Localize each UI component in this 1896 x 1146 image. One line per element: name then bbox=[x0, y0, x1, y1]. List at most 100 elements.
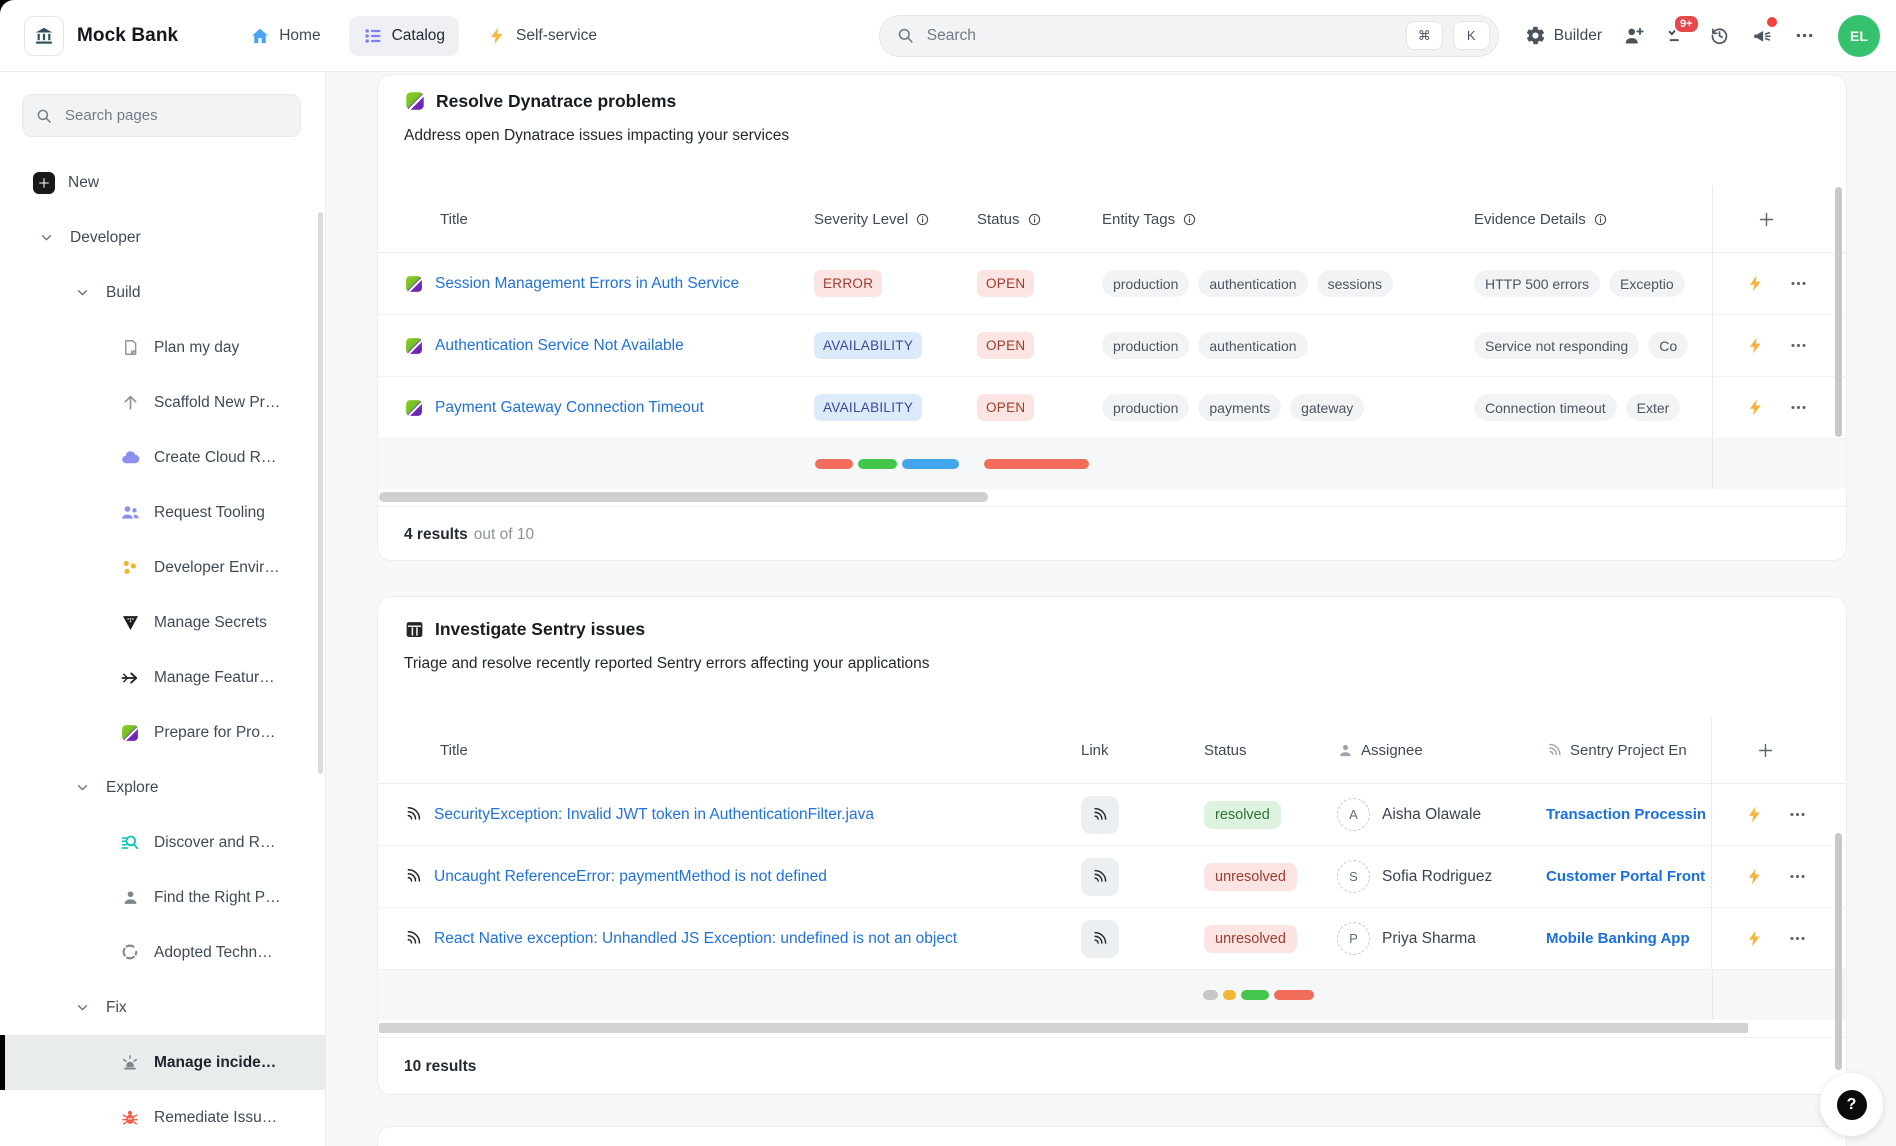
sidebar-item-plan-my-day[interactable]: Plan my day bbox=[0, 320, 325, 375]
vertical-scrollbar[interactable] bbox=[1835, 833, 1842, 1070]
user-avatar[interactable]: EL bbox=[1838, 15, 1880, 57]
brand-logo[interactable] bbox=[24, 16, 64, 56]
column-label: Entity Tags bbox=[1102, 211, 1175, 228]
row-menu-icon[interactable] bbox=[1789, 336, 1808, 355]
sidebar-search[interactable] bbox=[22, 94, 301, 137]
run-action-bolt-icon[interactable] bbox=[1745, 805, 1764, 824]
builder-label: Builder bbox=[1554, 27, 1602, 45]
tasks-button[interactable]: 9+ bbox=[1666, 25, 1688, 47]
global-search-input[interactable] bbox=[925, 26, 1396, 46]
sidebar-search-input[interactable] bbox=[63, 106, 288, 125]
sidebar-group-fix[interactable]: Fix bbox=[0, 980, 325, 1035]
sidebar-group-explore[interactable]: Explore bbox=[0, 760, 325, 815]
history-button[interactable] bbox=[1709, 25, 1730, 46]
run-action-bolt-icon[interactable] bbox=[1746, 274, 1765, 293]
results-footer: 10 results bbox=[378, 1037, 1846, 1095]
table-row: React Native exception: Unhandled JS Exc… bbox=[378, 908, 1846, 970]
nav-self-service[interactable]: Self-service bbox=[473, 16, 611, 56]
builder-button[interactable]: Builder bbox=[1525, 25, 1602, 46]
sidebar-item-adopted-tech[interactable]: Adopted Techn… bbox=[0, 925, 325, 980]
column-header-status[interactable]: Status bbox=[977, 211, 1102, 228]
sidebar-item-manage-secrets[interactable]: Manage Secrets bbox=[0, 595, 325, 650]
column-header-evidence[interactable]: Evidence Details bbox=[1474, 211, 1712, 228]
assignee-name: Aisha Olawale bbox=[1382, 806, 1481, 824]
sidebar-new-button[interactable]: New bbox=[0, 155, 325, 210]
info-icon[interactable] bbox=[915, 212, 930, 227]
sentry-project-link[interactable]: Customer Portal Front bbox=[1546, 868, 1705, 885]
nav-home[interactable]: Home bbox=[236, 16, 334, 56]
help-button[interactable]: ? bbox=[1837, 1090, 1867, 1120]
sidebar-item-manage-features[interactable]: Manage Featur… bbox=[0, 650, 325, 705]
summary-pill-blue bbox=[902, 459, 959, 469]
row-title-link[interactable]: SecurityException: Invalid JWT token in … bbox=[434, 806, 874, 824]
row-title-link[interactable]: Payment Gateway Connection Timeout bbox=[435, 399, 704, 417]
horizontal-scrollbar[interactable] bbox=[379, 492, 988, 502]
row-menu-icon[interactable] bbox=[1789, 398, 1808, 417]
summary-pill-yellow bbox=[1223, 990, 1236, 1000]
sentry-project-link[interactable]: Transaction Processin bbox=[1546, 806, 1706, 823]
sidebar-item-discover[interactable]: Discover and R… bbox=[0, 815, 325, 870]
info-icon[interactable] bbox=[1182, 212, 1197, 227]
column-header-link[interactable]: Link bbox=[1081, 742, 1204, 759]
column-header-assignee[interactable]: Assignee bbox=[1337, 742, 1546, 759]
sidebar-item-label: Prepare for Pro… bbox=[154, 724, 275, 742]
run-action-bolt-icon[interactable] bbox=[1745, 867, 1764, 886]
sentry-project-link[interactable]: Mobile Banking App bbox=[1546, 930, 1690, 947]
dynatrace-icon bbox=[404, 274, 424, 294]
run-action-bolt-icon[interactable] bbox=[1745, 929, 1764, 948]
sidebar-item-label: Manage Secrets bbox=[154, 614, 267, 632]
table-row: Session Management Errors in Auth Servic… bbox=[378, 253, 1846, 315]
row-title-link[interactable]: React Native exception: Unhandled JS Exc… bbox=[434, 930, 957, 948]
sidebar-item-prepare-production[interactable]: Prepare for Pro… bbox=[0, 705, 325, 760]
notification-dot bbox=[1767, 17, 1777, 27]
column-header-entity-tags[interactable]: Entity Tags bbox=[1102, 211, 1474, 228]
add-column-button[interactable] bbox=[1712, 186, 1847, 252]
history-icon bbox=[1709, 25, 1730, 46]
sidebar-item-remediate-issues[interactable]: Remediate Issu… bbox=[0, 1090, 325, 1145]
table-row: Payment Gateway Connection Timeout AVAIL… bbox=[378, 377, 1846, 439]
sidebar-item-scaffold-new[interactable]: Scaffold New Pr… bbox=[0, 375, 325, 430]
nav-catalog[interactable]: Catalog bbox=[349, 16, 459, 56]
top-navigation-bar: Mock Bank Home Catalog Self-service ⌘ K … bbox=[0, 0, 1896, 72]
sidebar-group-developer[interactable]: Developer bbox=[0, 210, 325, 265]
sidebar-scrollbar[interactable] bbox=[318, 212, 323, 774]
row-title-link[interactable]: Uncaught ReferenceError: paymentMethod i… bbox=[434, 868, 827, 886]
cmd-keycap: ⌘ bbox=[1406, 21, 1443, 50]
run-action-bolt-icon[interactable] bbox=[1746, 398, 1765, 417]
invite-users-button[interactable] bbox=[1623, 25, 1645, 47]
sidebar-item-manage-incidents[interactable]: Manage incide… bbox=[0, 1035, 325, 1090]
column-header-status[interactable]: Status bbox=[1204, 742, 1337, 759]
more-menu-button[interactable] bbox=[1794, 25, 1815, 46]
column-header-title[interactable]: Title bbox=[378, 742, 1081, 759]
row-title-link[interactable]: Session Management Errors in Auth Servic… bbox=[435, 275, 739, 293]
vertical-scrollbar[interactable] bbox=[1835, 187, 1842, 437]
column-header-title[interactable]: Title bbox=[378, 211, 814, 228]
announcements-button[interactable] bbox=[1751, 25, 1773, 47]
add-column-button[interactable] bbox=[1711, 717, 1846, 783]
row-menu-icon[interactable] bbox=[1788, 805, 1807, 824]
sentry-link-button[interactable] bbox=[1081, 858, 1119, 896]
row-menu-icon[interactable] bbox=[1788, 929, 1807, 948]
row-menu-icon[interactable] bbox=[1789, 274, 1808, 293]
column-header-severity[interactable]: Severity Level bbox=[814, 211, 977, 228]
sentry-issues-card: Investigate Sentry issues Triage and res… bbox=[377, 596, 1847, 1095]
assignee-avatar: P bbox=[1337, 922, 1370, 955]
sidebar-item-developer-environments[interactable]: Developer Envir… bbox=[0, 540, 325, 595]
sidebar-item-find-right[interactable]: Find the Right P… bbox=[0, 870, 325, 925]
info-icon[interactable] bbox=[1027, 212, 1042, 227]
info-icon[interactable] bbox=[1593, 212, 1608, 227]
entity-tag: gateway bbox=[1290, 394, 1364, 421]
column-header-sentry-project[interactable]: Sentry Project En bbox=[1546, 742, 1711, 759]
summary-pill-gray bbox=[1203, 990, 1218, 1000]
sentry-link-button[interactable] bbox=[1081, 796, 1119, 834]
sentry-link-button[interactable] bbox=[1081, 920, 1119, 958]
global-search[interactable]: ⌘ K bbox=[879, 15, 1499, 57]
row-menu-icon[interactable] bbox=[1788, 867, 1807, 886]
row-title-link[interactable]: Authentication Service Not Available bbox=[435, 337, 684, 355]
sidebar-group-build[interactable]: Build bbox=[0, 265, 325, 320]
horizontal-scrollbar[interactable] bbox=[379, 1023, 1748, 1033]
dynatrace-icon bbox=[119, 722, 141, 744]
sidebar-item-create-cloud[interactable]: Create Cloud R… bbox=[0, 430, 325, 485]
run-action-bolt-icon[interactable] bbox=[1746, 336, 1765, 355]
sidebar-item-request-tooling[interactable]: Request Tooling bbox=[0, 485, 325, 540]
